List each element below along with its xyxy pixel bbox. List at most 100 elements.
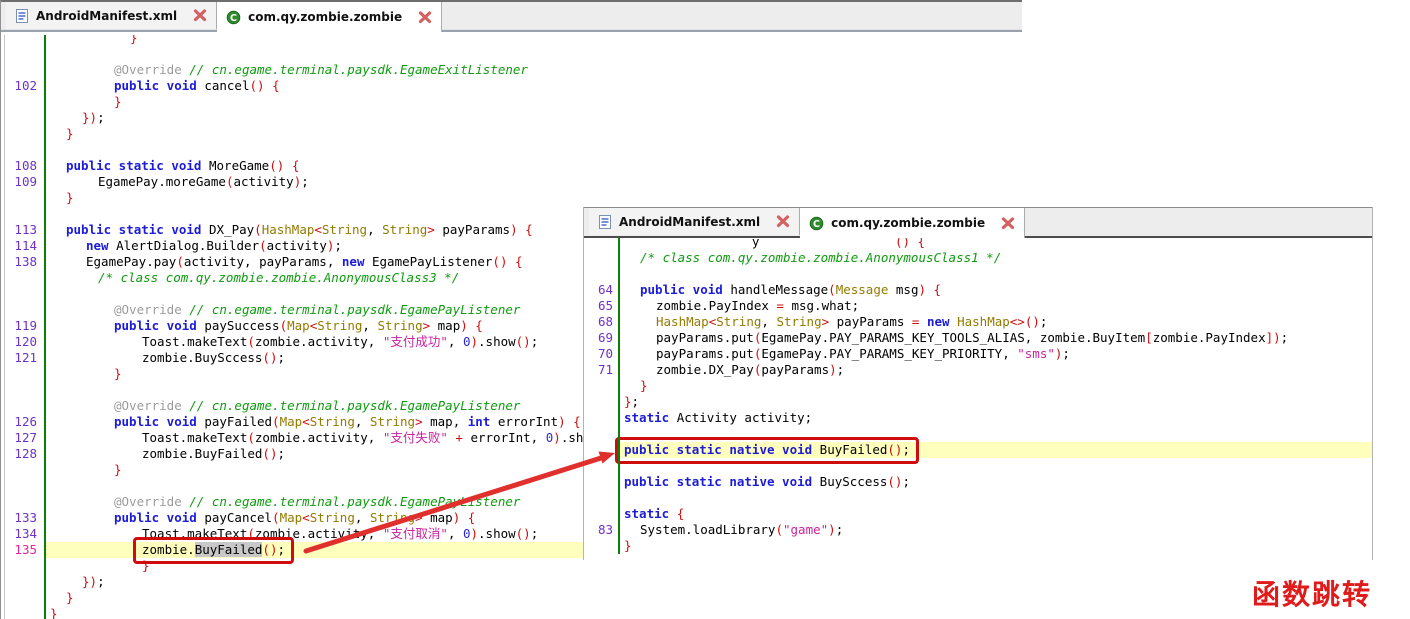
line-number xyxy=(584,506,618,522)
line-number: 108 xyxy=(14,158,37,173)
code-line: public static native void BuySccess(); xyxy=(584,474,1372,490)
tab-strip-divider xyxy=(1,29,1022,32)
code-text: public void handleMessage(Message msg) { xyxy=(640,282,942,297)
line-number xyxy=(1,398,44,414)
code-line: } xyxy=(1,35,1022,46)
editor-tab[interactable]: Ccom.qy.zombie.zombie xyxy=(800,208,1026,238)
line-number: 64 xyxy=(597,282,613,297)
line-number: 127 xyxy=(14,430,37,445)
line-number: 109 xyxy=(14,174,37,189)
code-text: zombie.PayIndex = msg.what; xyxy=(656,298,860,313)
line-number xyxy=(1,478,44,494)
line-number xyxy=(1,574,44,590)
line-number xyxy=(1,590,44,606)
editor-tab[interactable]: AndroidManifest.xml xyxy=(6,2,218,29)
line-number xyxy=(1,142,44,158)
code-text: zombie.DX_Pay(payParams); xyxy=(656,362,845,377)
line-number xyxy=(1,126,44,142)
code-text: payParams.put(EgamePay.PAY_PARAMS_KEY_PR… xyxy=(656,346,1070,361)
code-line xyxy=(1,142,1022,158)
line-number: 65 xyxy=(597,298,613,313)
line-number: 120 xyxy=(14,334,37,349)
code-text: public static native void BuySccess(); xyxy=(624,474,910,489)
code-line: 83 System.loadLibrary("game"); xyxy=(584,522,1372,538)
line-number: 121 xyxy=(14,350,37,365)
code-text: }); xyxy=(82,110,105,125)
line-number: 113 xyxy=(14,222,37,237)
line-number xyxy=(584,474,618,490)
line-number xyxy=(1,382,44,398)
line-number: 70 xyxy=(597,346,613,361)
close-icon[interactable] xyxy=(418,10,432,24)
line-number: 71 xyxy=(597,362,613,377)
highlight-line: public static native void BuyFailed(); xyxy=(615,437,1372,464)
code-line: 68 HashMap<String, String> payParams = ne… xyxy=(584,314,1372,330)
code-line: @Override // cn.egame.terminal.paysdk.Eg… xyxy=(1,62,1022,78)
code-text: } xyxy=(66,126,74,141)
line-number xyxy=(1,46,44,62)
line-number: 133 xyxy=(14,510,37,525)
code-line: 70 payParams.put(EgamePay.PAY_PARAMS_KEY_… xyxy=(584,346,1372,362)
code-text: public void cancel() { xyxy=(114,78,280,93)
gutter-separator-line xyxy=(618,238,620,554)
code-line: 102 public void cancel() { xyxy=(1,78,1022,94)
line-number: 69 xyxy=(597,330,613,345)
line-number xyxy=(584,426,618,442)
code-line: } xyxy=(584,378,1372,394)
close-icon[interactable] xyxy=(1001,216,1015,230)
line-number: 138 xyxy=(14,254,37,269)
java-class-icon: C xyxy=(226,10,241,25)
code-line: }); xyxy=(1,110,1022,126)
code-text: }; xyxy=(624,394,640,409)
code-line: }; xyxy=(584,394,1372,410)
line-number xyxy=(1,62,44,78)
line-number: 135 xyxy=(14,542,37,557)
popup-code-area[interactable]: y () {/* class com.qy.zombie.zombie.Anon… xyxy=(584,238,1372,560)
code-line xyxy=(584,266,1372,282)
line-number xyxy=(1,94,44,110)
code-text: } xyxy=(50,606,58,619)
editor-tab[interactable]: AndroidManifest.xml xyxy=(589,208,801,235)
code-line: public static native void BuyFailed(); xyxy=(584,437,1372,464)
code-text: /* class com.qy.zombie.zombie.AnonymousC… xyxy=(640,250,1002,265)
red-box: public static native void BuyFailed(); xyxy=(615,437,919,464)
popup-editor-window: AndroidManifest.xml Ccom.qy.zombie.zombie… xyxy=(583,207,1373,560)
line-number xyxy=(584,238,618,250)
popup-tab-strip: AndroidManifest.xml Ccom.qy.zombie.zombie xyxy=(584,207,1372,238)
line-number: 102 xyxy=(14,78,37,93)
code-text: } xyxy=(66,590,74,605)
java-class-icon: C xyxy=(809,216,824,231)
code-line: static Activity activity; xyxy=(584,410,1372,426)
code-text: y () { xyxy=(624,238,926,249)
code-line: 71 zombie.DX_Pay(payParams); xyxy=(584,362,1372,378)
svg-text:C: C xyxy=(230,13,237,24)
line-number xyxy=(1,110,44,126)
code-text: @Override // cn.egame.terminal.paysdk.Eg… xyxy=(114,62,528,77)
line-number xyxy=(1,190,44,206)
gutter-separator-line xyxy=(44,35,46,619)
close-icon[interactable] xyxy=(193,9,207,22)
code-text: } xyxy=(114,94,122,109)
code-line: }); xyxy=(1,574,1022,590)
line-number: 134 xyxy=(14,526,37,541)
tab-label: com.qy.zombie.zombie xyxy=(248,10,403,24)
line-number: 128 xyxy=(14,446,37,461)
line-number xyxy=(584,538,618,554)
editor-tab[interactable]: Ccom.qy.zombie.zombie xyxy=(217,2,443,32)
line-number: 83 xyxy=(597,522,613,537)
line-number xyxy=(1,35,44,46)
code-text: payParams.put(EgamePay.PAY_PARAMS_KEY_TO… xyxy=(656,330,1289,345)
code-line: 108 public static void MoreGame() { xyxy=(1,158,1022,174)
line-number: 126 xyxy=(14,414,37,429)
tab-label: AndroidManifest.xml xyxy=(619,214,761,229)
code-line: 69 payParams.put(EgamePay.PAY_PARAMS_KEY_… xyxy=(584,330,1372,346)
code-text: HashMap<String, String> payParams = new … xyxy=(656,314,1048,329)
close-icon[interactable] xyxy=(776,215,790,228)
xml-file-icon xyxy=(15,8,29,24)
red-box: zombie.BuyFailed(); xyxy=(133,537,295,564)
line-number xyxy=(584,490,618,506)
